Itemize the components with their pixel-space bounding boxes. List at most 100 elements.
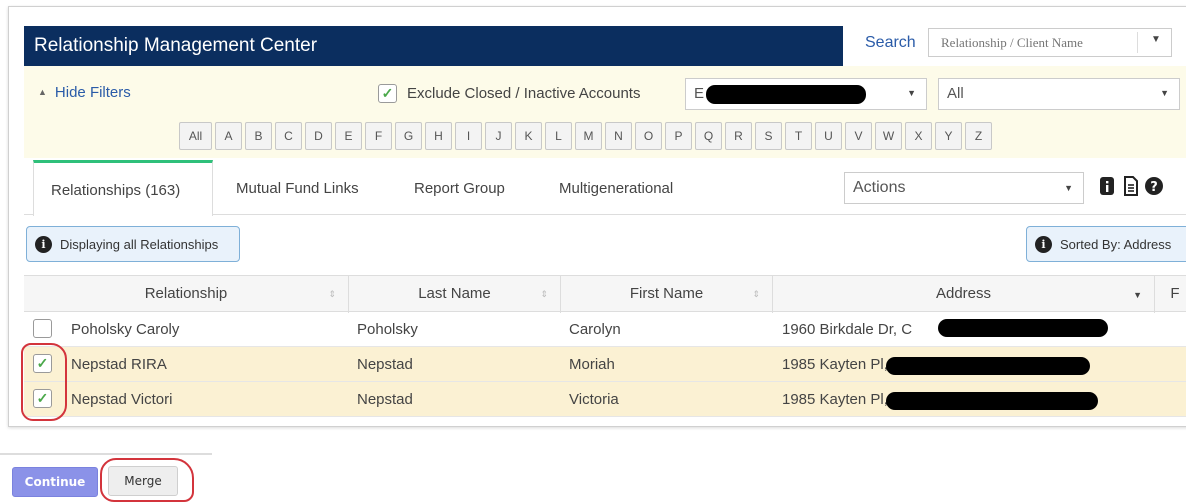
search-combobox[interactable]: ▼ (928, 28, 1172, 57)
letter-filter-g[interactable]: G (395, 122, 422, 150)
letter-filter-o[interactable]: O (635, 122, 662, 150)
letter-filter-s[interactable]: S (755, 122, 782, 150)
info-icon: i (1035, 235, 1052, 253)
letter-filter-i[interactable]: I (455, 122, 482, 150)
chevron-down-icon[interactable]: ▼ (1133, 277, 1142, 313)
letter-filter-a[interactable]: A (215, 122, 242, 150)
cell-first-name: Carolyn (569, 321, 621, 338)
sort-icon: ⇕ (540, 289, 548, 299)
cell-address: 1985 Kayten Pl, (782, 391, 888, 408)
chevron-down-icon: ▼ (1064, 183, 1073, 193)
letter-filter-v[interactable]: V (845, 122, 872, 150)
column-header-f[interactable]: F (1155, 276, 1186, 313)
cell-relationship: Nepstad Victori (71, 391, 173, 408)
sort-icon: ⇕ (752, 289, 760, 299)
letter-filter-j[interactable]: J (485, 122, 512, 150)
actions-select[interactable]: Actions ▼ (844, 172, 1084, 204)
letter-filter-k[interactable]: K (515, 122, 542, 150)
help-icon[interactable]: ? (1144, 176, 1163, 198)
letter-filter-d[interactable]: D (305, 122, 332, 150)
info-box-icon[interactable] (1098, 176, 1116, 198)
cell-last-name: Nepstad (357, 391, 413, 408)
column-header-last-name[interactable]: Last Name ⇕ (349, 276, 561, 313)
letter-filter-q[interactable]: Q (695, 122, 722, 150)
document-glyph (1124, 176, 1138, 196)
footer-divider (0, 453, 212, 455)
column-label: First Name (629, 285, 704, 302)
letter-filter-h[interactable]: H (425, 122, 452, 150)
chevron-down-icon: ▼ (1160, 88, 1169, 98)
tab-mutual-fund-links[interactable]: Mutual Fund Links (236, 180, 359, 197)
tab-multigenerational[interactable]: Multigenerational (559, 180, 673, 197)
tab-relationships[interactable]: Relationships (163) (33, 160, 213, 216)
help-glyph: ? (1145, 177, 1163, 195)
letter-filter-n[interactable]: N (605, 122, 632, 150)
letter-filter-f[interactable]: F (365, 122, 392, 150)
annotation-circle-checkboxes (21, 343, 67, 421)
page-title: Relationship Management Center (24, 26, 843, 66)
letter-filter-c[interactable]: C (275, 122, 302, 150)
column-label: Relationship (144, 285, 228, 302)
tab-report-group[interactable]: Report Group (414, 180, 505, 197)
chevron-down-icon[interactable]: ▼ (1151, 34, 1161, 45)
advisor-select-value: E (694, 85, 705, 102)
cell-relationship: Nepstad RIRA (71, 356, 167, 373)
letter-filter-e[interactable]: E (335, 122, 362, 150)
table-header: Relationship ⇕ Last Name ⇕ First Name ⇕ … (24, 275, 1186, 313)
letter-filter-x[interactable]: X (905, 122, 932, 150)
letter-filter-b[interactable]: B (245, 122, 272, 150)
letter-filter-t[interactable]: T (785, 122, 812, 150)
letter-filter-p[interactable]: P (665, 122, 692, 150)
letter-filter-m[interactable]: M (575, 122, 602, 150)
displaying-text: Displaying all Relationships (60, 236, 219, 252)
cell-first-name: Moriah (569, 356, 615, 373)
letter-filter-r[interactable]: R (725, 122, 752, 150)
info-icon: i (35, 235, 52, 253)
exclude-closed-checkbox[interactable]: ✓ (378, 84, 397, 103)
status-select-value: All (947, 85, 964, 102)
cell-address: 1985 Kayten Pl, (782, 356, 888, 373)
tab-label: Relationships (163) (51, 182, 181, 199)
row-checkbox[interactable] (33, 319, 52, 338)
column-header-address[interactable]: Address ▼ (773, 276, 1155, 313)
displaying-badge: i Displaying all Relationships (26, 226, 240, 262)
search-label[interactable]: Search (865, 34, 916, 52)
annotation-circle-merge (100, 458, 194, 502)
tab-bar: Relationships (163) Mutual Fund Links Re… (24, 158, 1186, 216)
letter-filter-all[interactable]: All (179, 122, 212, 150)
redaction-mark (938, 319, 1108, 337)
exclude-closed-toggle[interactable]: ✓ Exclude Closed / Inactive Accounts (378, 84, 640, 103)
letter-filter-w[interactable]: W (875, 122, 902, 150)
letter-filter-z[interactable]: Z (965, 122, 992, 150)
column-label: Last Name (418, 285, 491, 302)
continue-button[interactable]: Continue (12, 467, 98, 497)
column-label: Address (935, 285, 992, 302)
info-box-glyph (1100, 177, 1114, 195)
letter-filter-u[interactable]: U (815, 122, 842, 150)
cell-last-name: Poholsky (357, 321, 418, 338)
redaction-mark (706, 85, 866, 104)
triangle-up-icon: ▲ (38, 87, 47, 97)
sorted-by-text: Sorted By: Address (1060, 236, 1172, 252)
cell-relationship: Poholsky Caroly (71, 321, 180, 338)
chevron-down-icon: ▼ (907, 88, 916, 98)
cell-last-name: Nepstad (357, 356, 413, 373)
cell-address: 1960 Birkdale Dr, C (782, 321, 913, 338)
document-icon[interactable] (1122, 176, 1140, 198)
sorted-by-badge: i Sorted By: Address (1026, 226, 1186, 262)
alphabet-filter: All A B C D E F G H I J K L M N O P Q R … (179, 122, 995, 150)
cell-first-name: Victoria (569, 391, 619, 408)
hide-filters-link[interactable]: ▲ Hide Filters (38, 84, 131, 101)
status-select[interactable]: All ▼ (938, 78, 1180, 110)
search-input[interactable] (929, 29, 1129, 56)
column-header-first-name[interactable]: First Name ⇕ (561, 276, 773, 313)
app-window: Relationship Management Center Search ▼ … (0, 0, 1186, 502)
svg-text:?: ? (1150, 180, 1158, 195)
redaction-mark (886, 357, 1090, 375)
letter-filter-y[interactable]: Y (935, 122, 962, 150)
redaction-mark (886, 392, 1098, 410)
search-divider (1137, 32, 1138, 53)
letter-filter-l[interactable]: L (545, 122, 572, 150)
column-header-relationship[interactable]: Relationship ⇕ (24, 276, 349, 313)
actions-label: Actions (853, 179, 906, 196)
